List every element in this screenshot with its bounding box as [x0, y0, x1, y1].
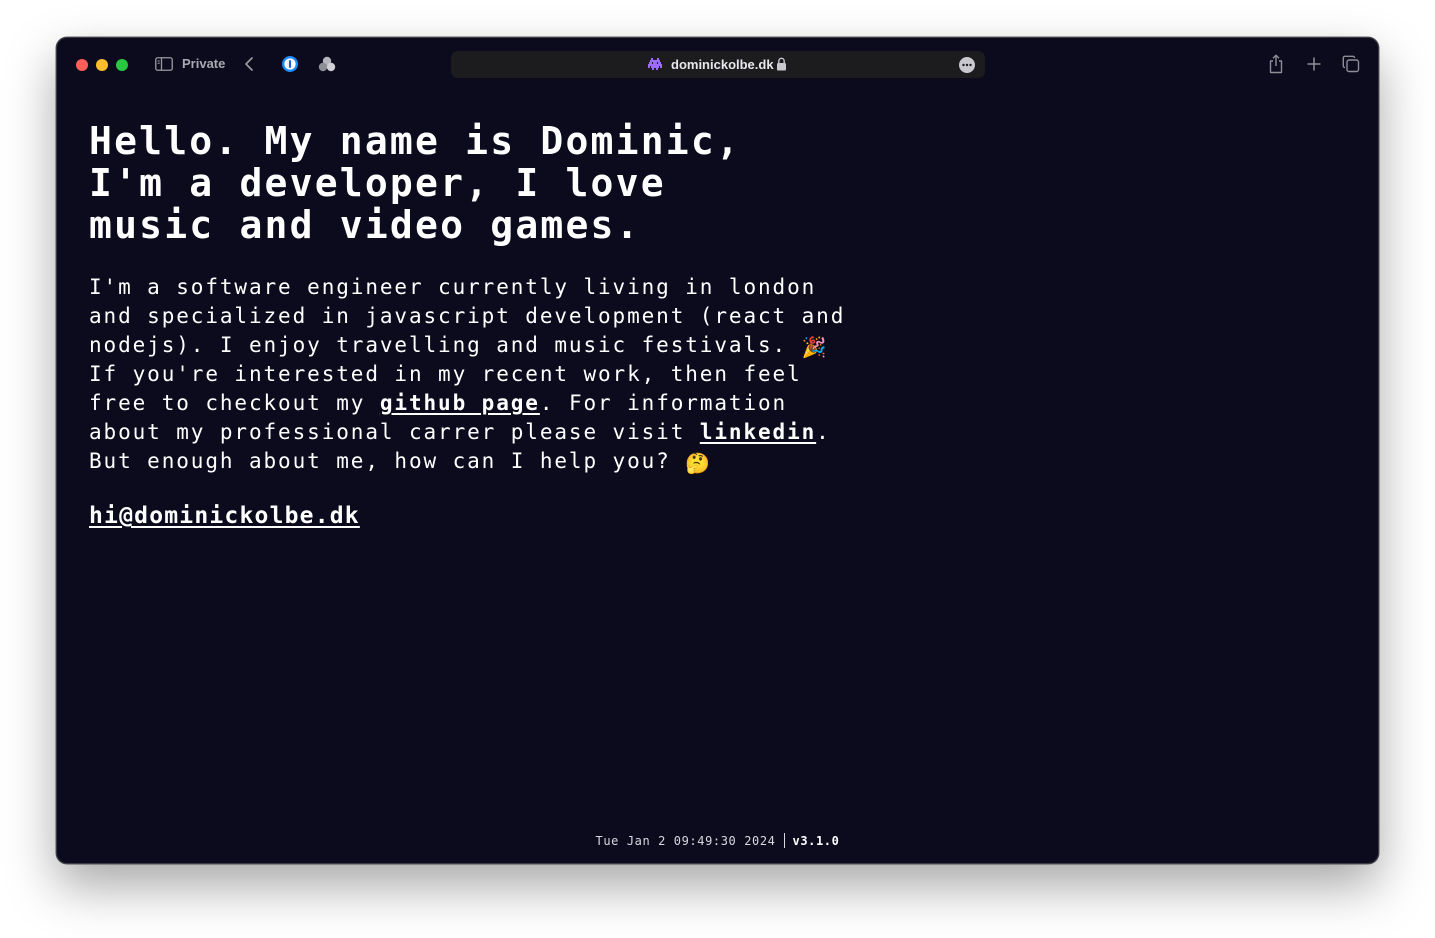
maximize-window-button[interactable]: [116, 59, 128, 71]
lock-icon: [777, 57, 786, 71]
extension-icon[interactable]: [318, 56, 336, 72]
back-icon[interactable]: [243, 56, 255, 72]
close-window-button[interactable]: [76, 59, 88, 71]
footer-divider: [783, 833, 785, 848]
private-browsing-label: Private: [182, 56, 226, 71]
email-section: hi@dominickolbe.dk: [89, 501, 889, 531]
linkedin-link[interactable]: linkedin: [700, 420, 816, 444]
headline-line: Hello. My name is Dominic,: [89, 119, 742, 163]
bio-text: .: [816, 420, 831, 444]
browser-window: Private dominickolbe.dk Hello. My name i…: [56, 37, 1379, 864]
bio-line: But enough about me, how can I help you?…: [89, 447, 889, 476]
footer-version: v3.1.0: [792, 834, 840, 848]
headline-line: I'm a developer, I love: [89, 161, 666, 205]
bio-paragraph: I'm a software engineer currently living…: [89, 273, 889, 476]
bio-line: If you're interested in my recent work, …: [89, 362, 802, 386]
bio-line: I'm a software engineer currently living…: [89, 275, 817, 299]
tab-overview-icon[interactable]: [1342, 55, 1360, 73]
page-footer: Tue Jan 2 09:49:30 2024 v3.1.0: [57, 833, 1378, 848]
address-bar[interactable]: dominickolbe.dk: [451, 51, 985, 78]
bio-line: free to checkout my github page. For inf…: [89, 389, 889, 418]
thinking-face-emoji: 🤔: [685, 451, 711, 475]
headline-line: music and video games.: [89, 203, 641, 247]
page-headline: Hello. My name is Dominic, I'm a develop…: [89, 120, 889, 246]
bio-text: free to checkout my: [89, 391, 380, 415]
email-link[interactable]: hi@dominickolbe.dk: [89, 503, 360, 529]
new-tab-icon[interactable]: [1306, 56, 1322, 72]
more-icon[interactable]: [959, 57, 975, 73]
party-popper-emoji: 🎉: [801, 335, 827, 359]
bio-text: about my professional carrer please visi…: [89, 420, 700, 444]
bio-line: about my professional carrer please visi…: [89, 418, 889, 447]
page-content: Hello. My name is Dominic, I'm a develop…: [89, 120, 889, 531]
sidebar-icon[interactable]: [155, 57, 173, 71]
url-text: dominickolbe.dk: [671, 57, 774, 72]
site-favicon: [648, 58, 662, 70]
bio-line: nodejs). I enjoy travelling and music fe…: [89, 331, 889, 360]
bio-text: But enough about me, how can I help you?: [89, 449, 686, 473]
share-icon[interactable]: [1268, 54, 1284, 74]
minimize-window-button[interactable]: [96, 59, 108, 71]
browser-toolbar: Private dominickolbe.dk: [57, 38, 1378, 90]
password-manager-icon[interactable]: [281, 55, 299, 73]
footer-timestamp: Tue Jan 2 09:49:30 2024: [595, 834, 776, 848]
bio-text: nodejs). I enjoy travelling and music fe…: [89, 333, 802, 357]
github-link[interactable]: github page: [380, 391, 540, 415]
bio-line: and specialized in javascript developmen…: [89, 304, 846, 328]
bio-text: . For information: [539, 391, 788, 415]
